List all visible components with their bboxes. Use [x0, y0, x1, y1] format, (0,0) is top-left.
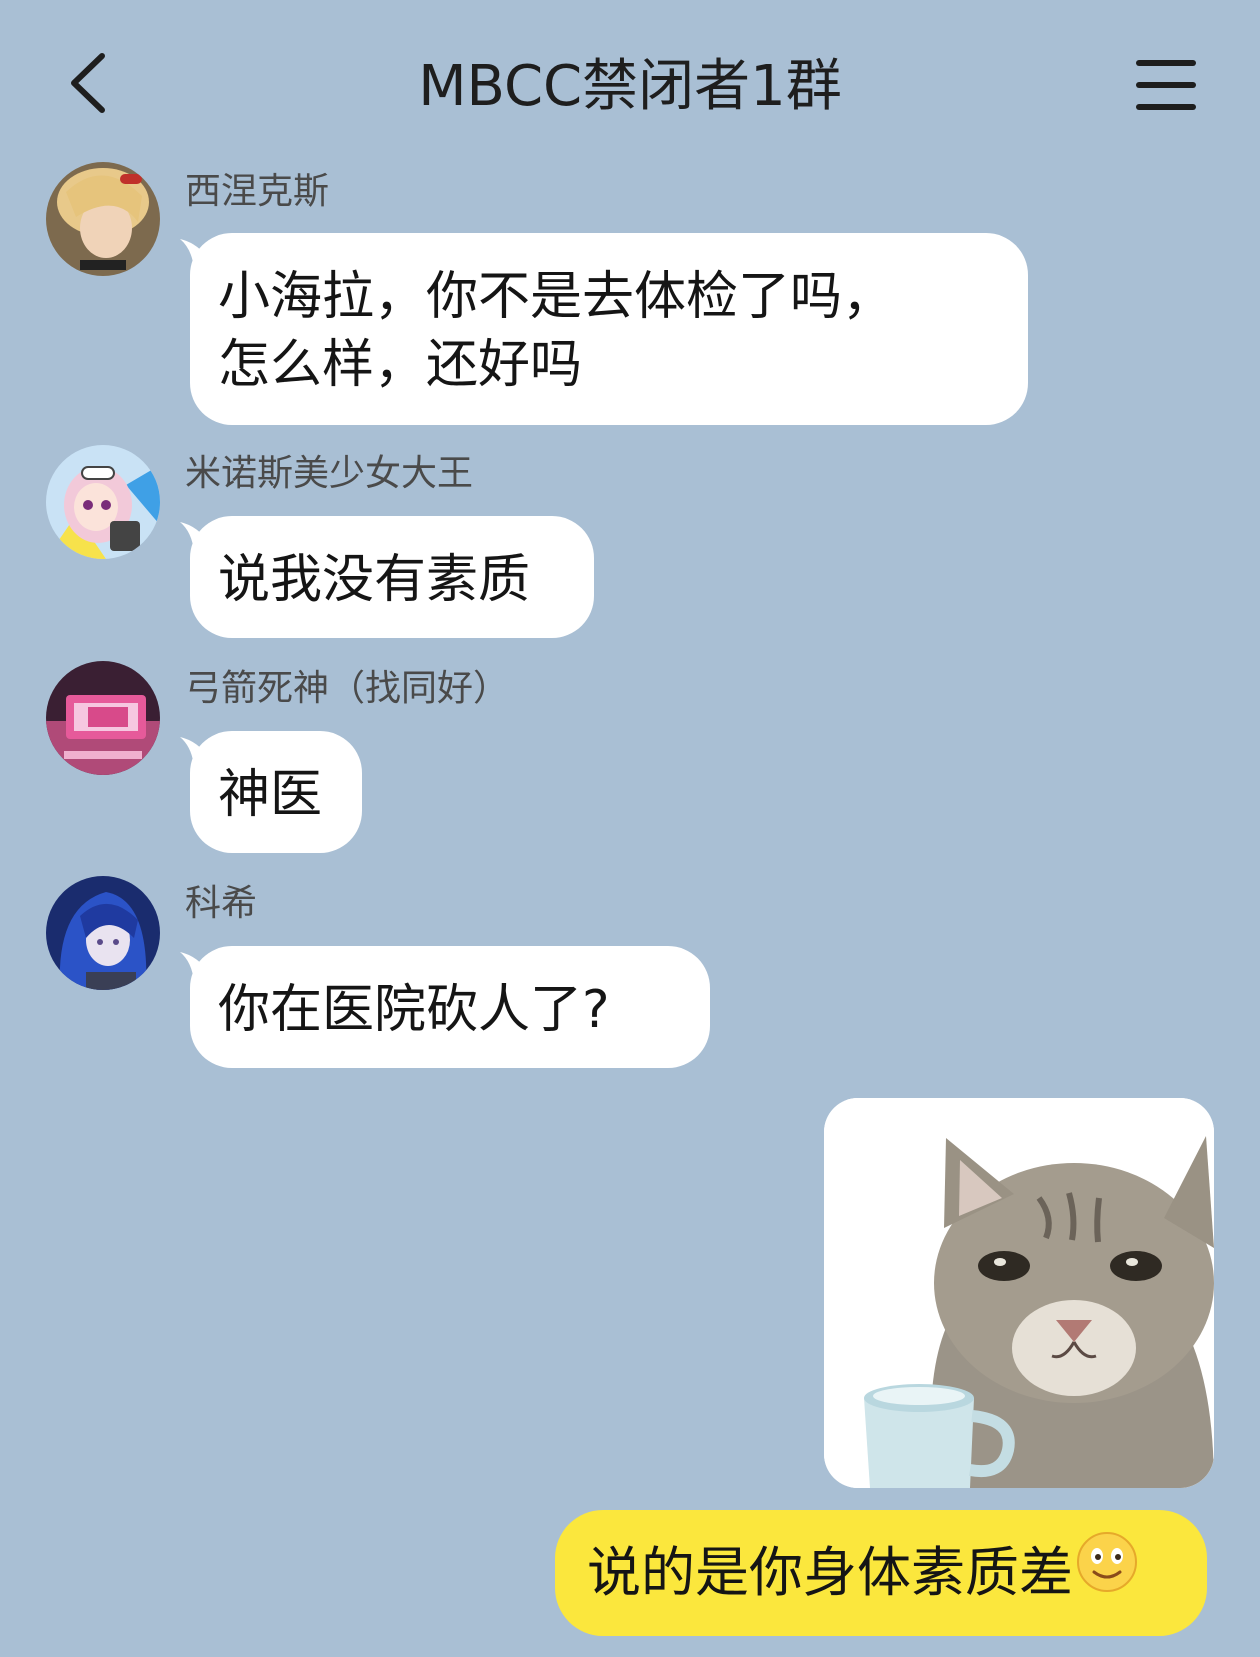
chat-header: MBCC禁闭者1群: [0, 0, 1260, 170]
avatar[interactable]: [46, 445, 160, 559]
message-bubble[interactable]: 说我没有素质: [180, 516, 594, 638]
message-bubble[interactable]: 你在医院砍人了?: [180, 946, 710, 1068]
sender-name: 弓箭死神（找同好）: [185, 668, 510, 709]
message-bubble[interactable]: 小海拉，你不是去体检了吗， 怎么样，还好吗: [180, 233, 1028, 425]
my-message-bubble[interactable]: 说的是你身体素质差: [555, 1510, 1207, 1636]
sender-name: 米诺斯美少女大王: [185, 453, 474, 494]
menu-button[interactable]: [1135, 55, 1197, 115]
message-text: 神医: [218, 765, 323, 825]
smiling-face-emoji-icon: [1075, 1513, 1139, 1639]
message-text: 说我没有素质: [218, 550, 531, 610]
avatar[interactable]: [46, 876, 160, 990]
message-text: 你在医院砍人了?: [218, 980, 610, 1040]
my-message-text: 说的是你身体素质差: [587, 1541, 1073, 1604]
message-text: 小海拉，你不是去体检了吗， 怎么样，还好吗: [218, 267, 895, 395]
avatar[interactable]: [46, 661, 160, 775]
sender-name: 科希: [185, 883, 258, 924]
chat-title: MBCC禁闭者1群: [418, 54, 842, 119]
sender-name: 西涅克斯: [185, 171, 330, 212]
cat-sticker-image[interactable]: [824, 1098, 1214, 1488]
menu-icon: [1136, 60, 1196, 110]
avatar[interactable]: [46, 162, 160, 276]
message-bubble[interactable]: 神医: [180, 731, 362, 853]
